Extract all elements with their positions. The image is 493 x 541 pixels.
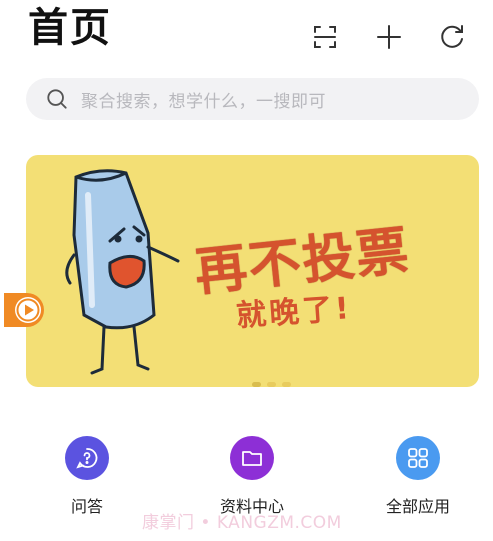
banner-dot [252,382,261,387]
shortcut-all-apps[interactable]: 全部应用 [363,436,473,517]
promo-banner[interactable]: 再不投票 就晚了! [26,155,479,387]
docs-icon-circle [230,436,274,480]
add-button[interactable] [374,22,404,52]
shortcut-label: 问答 [70,497,103,516]
watermark: 康掌门 • KANGZM.COM [142,513,342,533]
plus-icon [377,25,401,49]
home-page: 首页 聚合搜索，想学什么，一搜即可 再不投票 就晚了! 问答 资料中心 全部应用… [0,0,493,541]
search-bar[interactable]: 聚合搜索，想学什么，一搜即可 [26,78,479,120]
play-icon [4,293,44,327]
shortcut-label: 全部应用 [385,497,450,516]
search-icon [45,87,69,111]
scan-button[interactable] [310,22,340,52]
apps-icon-circle [396,436,440,480]
refresh-icon [441,25,463,48]
banner-pagination [252,382,291,387]
shortcut-docs[interactable]: 资料中心 [197,436,307,517]
scan-icon [314,26,336,48]
page-title: 首页 [28,5,112,51]
banner-dot [282,382,291,387]
refresh-button[interactable] [437,22,467,52]
folder-icon [242,451,262,466]
qa-icon-circle [65,436,109,480]
banner-dot [267,382,276,387]
search-input[interactable]: 聚合搜索，想学什么，一搜即可 [81,87,326,112]
question-chat-icon [76,448,98,469]
floating-play-button[interactable] [4,287,50,333]
grid-apps-icon [408,448,428,468]
shortcut-qa[interactable]: 问答 [32,436,142,517]
banner-subline: 就晚了! [235,290,354,334]
